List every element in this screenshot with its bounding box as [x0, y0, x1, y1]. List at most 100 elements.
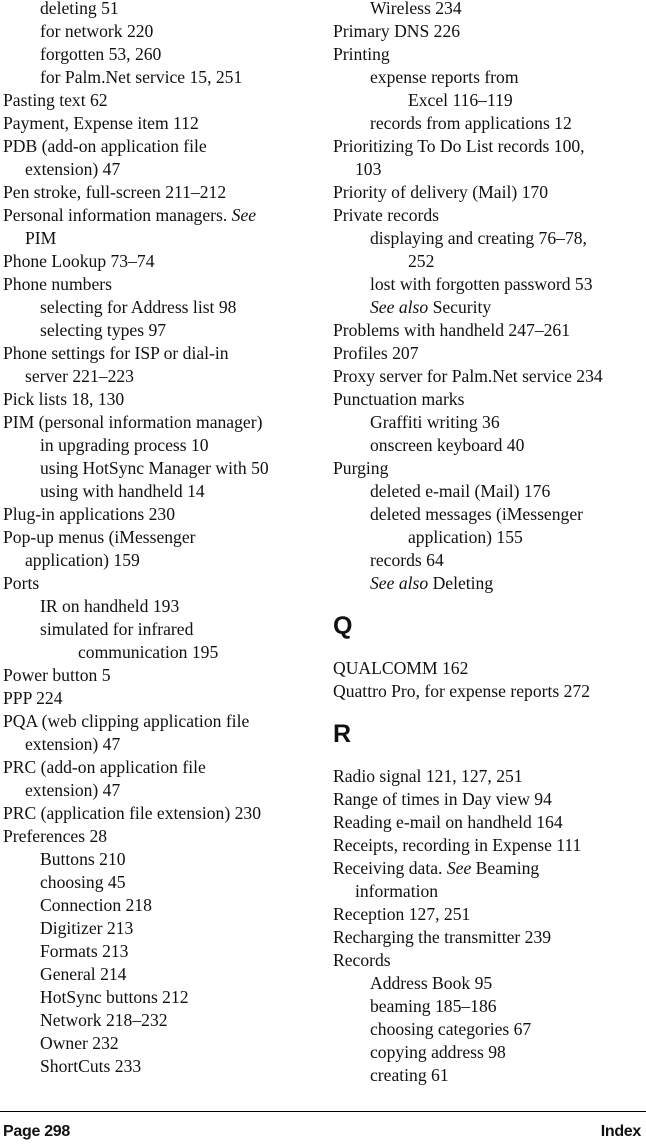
index-entry: Private records	[333, 204, 646, 227]
index-entry: Receiving data. See Beaming	[333, 857, 646, 880]
index-subentry-continuation: communication 195	[3, 641, 323, 664]
entry-text: extension) 47	[25, 780, 121, 800]
entry-text: Proxy server for Palm.Net service 234	[333, 366, 603, 386]
index-subentry: onscreen keyboard 40	[333, 434, 646, 457]
index-subentry: Owner 232	[3, 1032, 323, 1055]
index-entry: Recharging the transmitter 239	[333, 926, 646, 949]
index-entry: Reading e-mail on handheld 164	[333, 811, 646, 834]
entry-text: Personal information managers.	[3, 205, 228, 225]
entry-text: General 214	[40, 964, 127, 984]
see-target: Security	[432, 297, 492, 317]
index-entry: Phone settings for ISP or dial-in	[3, 342, 323, 365]
index-subentry: simulated for infrared	[3, 618, 323, 641]
entry-text: copying address 98	[370, 1042, 506, 1062]
index-entry: Plug-in applications 230	[3, 503, 323, 526]
entry-text: choosing categories 67	[370, 1019, 532, 1039]
entry-text: 103	[355, 159, 382, 179]
index-subentry: Wireless 234	[333, 0, 646, 20]
index-subentry: choosing categories 67	[333, 1018, 646, 1041]
index-entry-continuation: extension) 47	[3, 779, 323, 802]
section-title: Index	[600, 1123, 642, 1140]
index-entry: Primary DNS 226	[333, 20, 646, 43]
index-subentry: IR on handheld 193	[3, 595, 323, 618]
index-entry: Reception 127, 251	[333, 903, 646, 926]
index-subentry: selecting for Address list 98	[3, 296, 323, 319]
index-entry: Radio signal 121, 127, 251	[333, 765, 646, 788]
entry-text: application) 159	[25, 550, 140, 570]
index-subentry: selecting types 97	[3, 319, 323, 342]
index-entry-continuation: application) 159	[3, 549, 323, 572]
index-entry: Quattro Pro, for expense reports 272	[333, 680, 646, 703]
index-entry-continuation: extension) 47	[3, 158, 323, 181]
entry-text: Power button 5	[3, 665, 111, 685]
entry-text: choosing 45	[40, 872, 126, 892]
entry-text: QUALCOMM 162	[333, 658, 469, 678]
entry-text: deleted messages (iMessenger	[370, 504, 584, 524]
index-subentry: Graffiti writing 36	[333, 411, 646, 434]
index-entry: PRC (add-on application file	[3, 756, 323, 779]
index-subentry: Digitizer 213	[3, 917, 323, 940]
entry-text: Printing	[333, 44, 390, 64]
index-entry: Phone Lookup 73–74	[3, 250, 323, 273]
index-subentry: ShortCuts 233	[3, 1055, 323, 1078]
see-reference: See also	[370, 573, 429, 593]
index-subentry: for Palm.Net service 15, 251	[3, 66, 323, 89]
entry-text: deleting 51	[40, 0, 119, 18]
index-subentry: See also Security	[333, 296, 646, 319]
entry-text: selecting for Address list 98	[40, 297, 237, 317]
index-entry: Problems with handheld 247–261	[333, 319, 646, 342]
index-subentry: forgotten 53, 260	[3, 43, 323, 66]
index-entry: Preferences 28	[3, 825, 323, 848]
index-entry: Ports	[3, 572, 323, 595]
index-subentry: Connection 218	[3, 894, 323, 917]
entry-text: Owner 232	[40, 1033, 119, 1053]
entry-text: expense reports from	[370, 67, 519, 87]
entry-text: communication 195	[78, 642, 219, 662]
entry-text: Priority of delivery (Mail) 170	[333, 182, 548, 202]
footer-divider	[0, 1111, 646, 1112]
index-column-right: Wireless 234 Primary DNS 226 Printing expen…	[333, 0, 646, 1087]
index-entry: Pick lists 18, 130	[3, 388, 323, 411]
index-subentry: expense reports from	[333, 66, 646, 89]
index-entry: Receipts, recording in Expense 111	[333, 834, 646, 857]
entry-text: Preferences 28	[3, 826, 108, 846]
entry-text: PDB (add-on application file	[3, 136, 207, 156]
index-subentry: deleting 51	[3, 0, 323, 20]
index-entry: Pasting text 62	[3, 89, 323, 112]
index-subentry: copying address 98	[333, 1041, 646, 1064]
index-subentry-continuation: 252	[333, 250, 646, 273]
entry-text: Problems with handheld 247–261	[333, 320, 571, 340]
entry-text: for network 220	[40, 21, 154, 41]
entry-text: selecting types 97	[40, 320, 167, 340]
entry-text: Formats 213	[40, 941, 129, 961]
entry-text: extension) 47	[25, 159, 121, 179]
index-entry: Power button 5	[3, 664, 323, 687]
entry-text: Pick lists 18, 130	[3, 389, 125, 409]
entry-text: Reception 127, 251	[333, 904, 471, 924]
index-subentry: records 64	[333, 549, 646, 572]
index-entry: PIM (personal information manager)	[3, 411, 323, 434]
entry-text: creating 61	[370, 1065, 449, 1085]
entry-text: Phone settings for ISP or dial-in	[3, 343, 229, 363]
section-letter-heading: Q	[333, 612, 353, 640]
index-subentry-continuation: application) 155	[333, 526, 646, 549]
index-entry: Profiles 207	[333, 342, 646, 365]
entry-text: extension) 47	[25, 734, 121, 754]
entry-text: PPP 224	[3, 688, 63, 708]
entry-text: Phone Lookup 73–74	[3, 251, 155, 271]
entry-text: Excel 116–119	[408, 90, 513, 110]
index-column-left: deleting 51 for network 220 forgotten 53, …	[3, 0, 323, 1078]
entry-text: HotSync buttons 212	[40, 987, 189, 1007]
see-target: Beaming	[475, 858, 540, 878]
entry-text: Private records	[333, 205, 440, 225]
index-subentry: HotSync buttons 212	[3, 986, 323, 1009]
entry-text: Phone numbers	[3, 274, 112, 294]
index-entry-continuation: PIM	[3, 227, 323, 250]
index-subentry: Address Book 95	[333, 972, 646, 995]
index-subentry: See also Deleting	[333, 572, 646, 595]
index-subentry: creating 61	[333, 1064, 646, 1087]
see-reference: See also	[370, 297, 429, 317]
index-entry: Personal information managers. See	[3, 204, 323, 227]
index-entry: PPP 224	[3, 687, 323, 710]
entry-text: Pen stroke, full-screen 211–212	[3, 182, 227, 202]
